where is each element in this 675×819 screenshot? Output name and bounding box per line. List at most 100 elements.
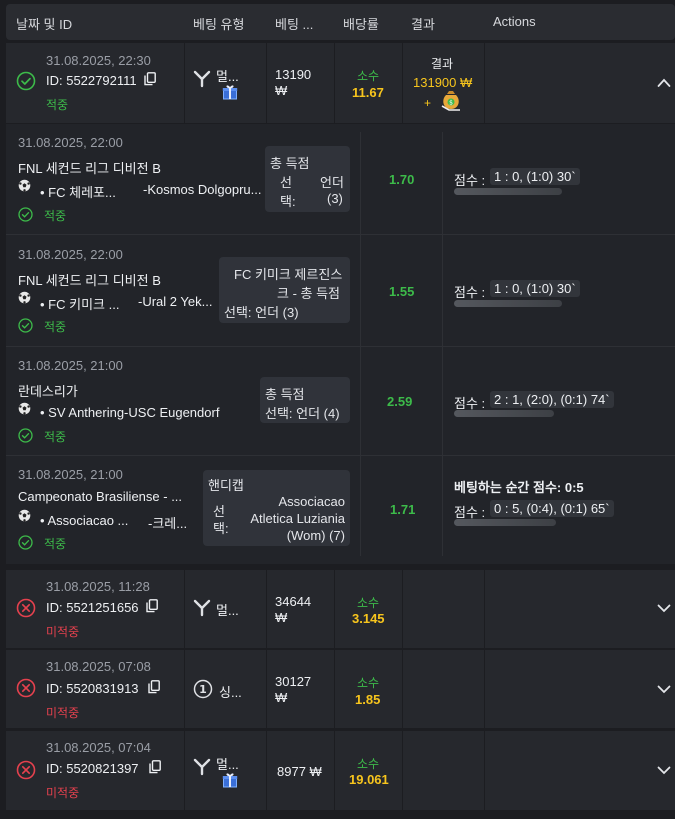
odds-format-label: 소수 [357, 676, 380, 690]
event-league: FNL 세컨드 리그 디비전 B [18, 273, 161, 288]
score-label: 점수 : [454, 285, 486, 300]
event-home-team: • FC 키미크 ... [40, 297, 120, 312]
selection-title: 총 득점 [265, 387, 305, 402]
event-home-team: • FC 체레포... [40, 185, 116, 200]
event-league: Campeonato Brasiliense - ... [18, 489, 183, 504]
event-score: 1 : 0, (1:0) 30` [490, 280, 580, 297]
money-bag-icon: $ [440, 89, 462, 114]
bet-type-label: 싱... [219, 685, 242, 700]
event-item: 31.08.2025, 21:00 Campeonato Brasiliense… [6, 456, 675, 564]
copy-icon[interactable] [148, 680, 160, 697]
bet-type-label: 멀... [216, 757, 239, 772]
bet-row[interactable]: 31.08.2025, 11:28 ID: 5521251656 미적중 멀..… [6, 570, 675, 648]
event-datetime: 31.08.2025, 21:00 [18, 467, 123, 482]
chevron-down-icon[interactable] [657, 763, 671, 777]
bet-amount: 8977 ₩ [277, 764, 322, 779]
bet-type-label: 멀... [216, 603, 239, 618]
soccer-ball-icon [18, 291, 31, 307]
score-label: 점수 : [454, 173, 486, 188]
chevron-down-icon[interactable] [657, 682, 671, 696]
selection-box: FC 키미크 제르진스 크 - 총 득점 선택: 언더 (3) [219, 257, 350, 323]
chevron-up-icon[interactable] [657, 76, 671, 90]
header-odds: 배당률 [343, 17, 379, 32]
loss-x-icon [16, 598, 36, 618]
copy-icon[interactable] [144, 72, 156, 89]
event-status: 적중 [44, 320, 67, 334]
selection-box: 핸디캡 선 택: Associacao Atletica Luziania (W… [203, 470, 350, 546]
win-check-icon [18, 535, 33, 553]
win-check-icon [18, 318, 33, 336]
score-progress-bar [454, 519, 556, 526]
selection-title: 총 득점 [270, 156, 310, 171]
selection-value: 선택: 언더 (4) [265, 406, 340, 421]
event-away-team: -Kosmos Dolgopru... [143, 182, 262, 197]
event-datetime: 31.08.2025, 22:00 [18, 135, 123, 150]
bet-type-label: 멀... [216, 69, 239, 84]
bet-status: 적중 [46, 98, 69, 112]
win-check-icon [18, 428, 33, 446]
soccer-ball-icon [18, 402, 31, 418]
event-datetime: 31.08.2025, 21:00 [18, 358, 123, 373]
copy-icon[interactable] [146, 599, 158, 616]
selection-box: 총 득점 선 택: 언더 (3) [265, 146, 350, 212]
event-away-team: -크레... [148, 516, 188, 531]
svg-text:1: 1 [199, 683, 207, 696]
selection-title: 핸디캡 [208, 478, 244, 493]
event-score: 2 : 1, (2:0), (0:1) 74` [490, 391, 614, 408]
score-progress-bar [454, 300, 562, 307]
header-result: 결과 [411, 17, 435, 32]
loss-x-icon [16, 678, 36, 698]
bet-amount: 13190 [275, 67, 312, 82]
bet-amount: 30127 [275, 674, 312, 689]
event-odds: 1.55 [389, 284, 415, 299]
bet-datetime: 31.08.2025, 07:04 [46, 740, 151, 755]
bet-amount: 34644 [275, 594, 312, 609]
chevron-down-icon[interactable] [657, 601, 671, 615]
bet-currency: ₩ [275, 610, 288, 625]
result-label: 결과 [431, 57, 454, 71]
result-plus: + [424, 96, 432, 110]
event-teams: • SV Anthering-USC Eugendorf [40, 405, 220, 420]
selection-box: 총 득점 선택: 언더 (4) [260, 377, 350, 423]
bet-datetime: 31.08.2025, 22:30 [46, 53, 151, 68]
bet-odds: 11.67 [352, 85, 384, 100]
event-league: 란데스리가 [18, 384, 78, 399]
bet-status: 미적중 [46, 706, 80, 720]
selection-value: 선택: 언더 (3) [224, 305, 299, 320]
event-odds: 1.70 [389, 172, 415, 187]
multi-bet-icon [192, 758, 212, 779]
score-progress-bar [454, 188, 562, 195]
bet-id: ID: 5520821397 [46, 761, 139, 776]
soccer-ball-icon [18, 509, 31, 525]
bet-datetime: 31.08.2025, 11:28 [46, 579, 150, 594]
header-actions: Actions [493, 14, 536, 29]
bet-odds: 1.85 [355, 692, 381, 707]
bet-id: ID: 5520831913 [46, 681, 139, 696]
event-status: 적중 [44, 537, 67, 551]
bet-id: ID: 5521251656 [46, 600, 139, 615]
bet-id: ID: 5522792111 [46, 73, 137, 88]
event-league: FNL 세컨드 리그 디비전 B [18, 161, 161, 176]
win-check-icon [16, 71, 36, 91]
copy-icon[interactable] [149, 760, 161, 777]
event-odds: 1.71 [390, 502, 416, 517]
event-item: 31.08.2025, 22:00 FNL 세컨드 리그 디비전 B • FC … [6, 124, 675, 234]
result-amount: 131900 ₩ [413, 75, 473, 90]
event-item: 31.08.2025, 22:00 FNL 세컨드 리그 디비전 B • FC … [6, 235, 675, 346]
event-item: 31.08.2025, 21:00 란데스리가 • SV Anthering-U… [6, 347, 675, 455]
header-date-id: 날짜 및 ID [16, 17, 73, 32]
bet-currency: ₩ [275, 83, 288, 98]
bet-odds: 3.145 [352, 611, 385, 626]
bet-row-expanded[interactable]: 31.08.2025, 22:30 ID: 5522792111 적중 멀...… [6, 43, 675, 123]
bet-row[interactable]: 31.08.2025, 07:04 ID: 5520821397 미적중 멀..… [6, 731, 675, 810]
soccer-ball-icon [18, 179, 31, 195]
header-bet-amount: 베팅 ... [275, 17, 314, 32]
odds-format-label: 소수 [357, 757, 380, 771]
bet-row[interactable]: 31.08.2025, 07:08 ID: 5520831913 미적중 1 싱… [6, 650, 675, 728]
event-status: 적중 [44, 209, 67, 223]
event-datetime: 31.08.2025, 22:00 [18, 247, 123, 262]
event-status: 적중 [44, 430, 67, 444]
live-score-label: 베팅하는 순간 점수: 0:5 [454, 480, 584, 495]
gift-icon [222, 773, 238, 791]
single-bet-icon: 1 [193, 679, 213, 702]
